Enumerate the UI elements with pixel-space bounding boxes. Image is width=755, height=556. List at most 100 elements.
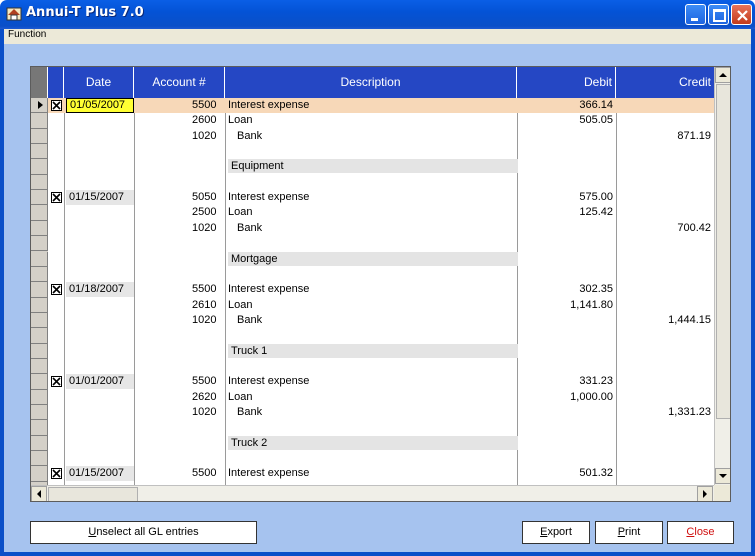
description-cell[interactable]: Loan [228, 298, 516, 313]
description-cell[interactable]: Loan [228, 113, 516, 128]
table-row[interactable]: 2620 Loan 1,000.00 [48, 390, 714, 405]
minimize-button[interactable] [685, 4, 706, 25]
debit-cell[interactable]: 575.00 [517, 190, 613, 205]
debit-cell[interactable]: 302.35 [517, 282, 613, 297]
scroll-right-button[interactable] [697, 486, 713, 501]
account-cell[interactable]: 1020 [134, 313, 225, 328]
row-selector[interactable] [31, 343, 48, 359]
row-checkbox[interactable] [51, 376, 62, 388]
description-cell[interactable]: Bank [228, 405, 516, 420]
debit-cell[interactable]: 1,141.80 [517, 298, 613, 313]
description-cell[interactable]: Interest expense [228, 374, 516, 389]
description-cell[interactable]: Interest expense [228, 466, 516, 481]
horizontal-scrollbar[interactable] [31, 485, 714, 501]
table-row[interactable] [48, 328, 714, 343]
row-checkbox[interactable] [51, 100, 62, 111]
date-cell[interactable]: 01/18/2007 [66, 282, 134, 298]
date-cell[interactable]: 01/15/2007 [66, 466, 134, 482]
row-selector[interactable] [31, 282, 48, 298]
row-selector[interactable] [31, 266, 48, 283]
row-selector[interactable] [31, 113, 48, 129]
table-row[interactable]: 1020 Bank 1,331.23 [48, 405, 714, 420]
account-cell[interactable]: 1020 [134, 221, 225, 236]
unselect-all-button[interactable]: Unselect all GL entries [30, 521, 257, 544]
table-row[interactable]: 1020 Bank 1,444.15 [48, 313, 714, 328]
row-selector[interactable] [31, 312, 48, 329]
account-cell[interactable]: 5500 [134, 374, 225, 389]
row-selector[interactable] [31, 297, 48, 313]
category-row[interactable]: Mortgage [48, 251, 714, 267]
row-selector[interactable] [31, 420, 48, 436]
table-row[interactable]: 01/01/2007 5500 Interest expense 331.23 [48, 374, 714, 390]
table-row[interactable]: 01/05/2007 5500 Interest expense 366.14 [48, 98, 714, 114]
row-selector[interactable] [31, 405, 48, 421]
row-selector[interactable] [31, 190, 48, 206]
account-cell[interactable]: 2610 [134, 298, 225, 313]
category-row[interactable]: Equipment [48, 159, 714, 174]
credit-cell[interactable]: 1,444.15 [616, 313, 711, 328]
table-row[interactable]: 01/15/2007 5500 Interest expense 501.32 [48, 466, 714, 482]
header-debit[interactable]: Debit [517, 67, 616, 98]
row-selector[interactable] [31, 251, 48, 267]
description-cell[interactable]: Bank [228, 221, 516, 236]
row-selector[interactable] [31, 435, 48, 452]
maximize-button[interactable] [708, 4, 729, 25]
date-cell[interactable]: 01/15/2007 [66, 190, 134, 206]
row-selector[interactable] [31, 374, 48, 390]
row-selector[interactable] [31, 358, 48, 375]
row-selector[interactable] [31, 205, 48, 221]
account-cell[interactable]: 5500 [134, 466, 225, 481]
date-cell[interactable]: 01/01/2007 [66, 374, 134, 390]
row-selector[interactable] [31, 328, 48, 344]
row-selector[interactable] [31, 236, 48, 252]
row-selector[interactable] [31, 466, 48, 482]
category-row[interactable]: Truck 1 [48, 343, 714, 359]
header-description[interactable]: Description [225, 67, 517, 98]
description-cell[interactable]: Bank [228, 129, 516, 144]
description-cell[interactable]: Interest expense [228, 190, 516, 205]
table-row[interactable] [48, 359, 714, 374]
row-selector[interactable] [31, 174, 48, 191]
table-row[interactable] [48, 175, 714, 190]
description-cell[interactable]: Interest expense [228, 282, 516, 297]
table-row[interactable]: 1020 Bank 700.42 [48, 221, 714, 236]
table-row[interactable]: 01/15/2007 5050 Interest expense 575.00 [48, 190, 714, 206]
scroll-down-button[interactable] [715, 468, 730, 484]
account-cell[interactable]: 5500 [134, 98, 225, 113]
row-checkbox[interactable] [51, 468, 62, 480]
vertical-scrollbar[interactable] [714, 67, 730, 485]
account-cell[interactable]: 1020 [134, 405, 225, 420]
header-date[interactable]: Date [64, 67, 134, 98]
debit-cell[interactable]: 366.14 [517, 98, 613, 113]
account-cell[interactable]: 2620 [134, 390, 225, 405]
scroll-up-button[interactable] [715, 67, 730, 83]
account-cell[interactable]: 5050 [134, 190, 225, 205]
description-cell[interactable]: Interest expense [228, 98, 516, 113]
debit-cell[interactable]: 1,000.00 [517, 390, 613, 405]
description-cell[interactable]: Bank [228, 313, 516, 328]
table-row[interactable] [48, 236, 714, 251]
table-row[interactable] [48, 451, 714, 466]
row-selector[interactable] [31, 220, 48, 237]
table-row[interactable] [48, 267, 714, 282]
account-cell[interactable]: 5500 [134, 282, 225, 297]
table-row[interactable] [48, 420, 714, 435]
row-selector[interactable] [31, 144, 48, 160]
credit-cell[interactable]: 700.42 [616, 221, 711, 236]
row-selector[interactable] [31, 128, 48, 145]
table-row[interactable]: 1020 Bank 871.19 [48, 129, 714, 144]
row-selector[interactable] [31, 451, 48, 467]
debit-cell[interactable]: 501.32 [517, 466, 613, 481]
table-row[interactable] [48, 144, 714, 159]
table-row[interactable]: 01/18/2007 5500 Interest expense 302.35 [48, 282, 714, 298]
horizontal-scroll-thumb[interactable] [48, 487, 138, 501]
debit-cell[interactable]: 331.23 [517, 374, 613, 389]
table-row[interactable]: 2610 Loan 1,141.80 [48, 298, 714, 313]
row-checkbox[interactable] [51, 192, 62, 204]
account-cell[interactable]: 2500 [134, 205, 225, 220]
menu-function[interactable]: Function [8, 29, 46, 40]
category-row[interactable]: Truck 2 [48, 435, 714, 451]
export-button[interactable]: Export [522, 521, 590, 544]
credit-cell[interactable]: 871.19 [616, 129, 711, 144]
description-cell[interactable]: Loan [228, 205, 516, 220]
